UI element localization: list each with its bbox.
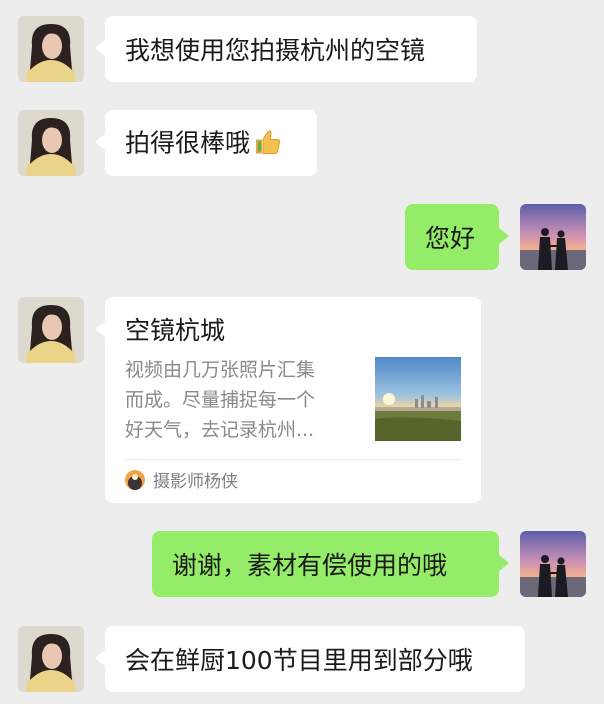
contact-avatar[interactable]: [18, 16, 84, 82]
user-avatar[interactable]: [520, 204, 586, 270]
card-divider: [125, 459, 461, 460]
message-text: 拍得很棒哦: [125, 128, 251, 158]
message-text: 您好: [425, 224, 476, 253]
message-bubble-outgoing[interactable]: 谢谢，素材有偿使用的哦: [152, 531, 509, 597]
card-description: 视频由几万张照片汇集 而成。尽量捕捉每一个 好天气，去记录杭州...: [125, 359, 316, 441]
message-bubble-outgoing[interactable]: 您好: [405, 204, 509, 270]
card-title: 空镜杭城: [125, 316, 226, 345]
contact-avatar[interactable]: [18, 626, 84, 692]
contact-avatar[interactable]: [18, 297, 84, 363]
city-skyline-thumbnail: [375, 357, 461, 441]
message-text: 谢谢，素材有偿使用的哦: [172, 551, 448, 580]
message-text: 会在鲜厨100节目里用到部分哦: [125, 646, 473, 675]
contact-avatar[interactable]: [18, 110, 84, 176]
message-bubble-incoming[interactable]: 我想使用您拍摄杭州的空镜: [95, 16, 477, 82]
link-card[interactable]: 空镜杭城 视频由几万张照片汇集 而成。尽量捕捉每一个 好天气，去记录杭州...: [95, 297, 481, 503]
user-avatar[interactable]: [520, 531, 586, 597]
thumbs-up-icon: [252, 127, 282, 163]
message-text: 我想使用您拍摄杭州的空镜: [125, 36, 426, 65]
source-avatar-icon: [125, 469, 145, 490]
message-bubble-incoming[interactable]: 会在鲜厨100节目里用到部分哦: [95, 626, 525, 692]
message-bubble-incoming[interactable]: 拍得很棒哦: [95, 110, 317, 176]
card-source: 摄影师杨侠: [125, 467, 238, 492]
